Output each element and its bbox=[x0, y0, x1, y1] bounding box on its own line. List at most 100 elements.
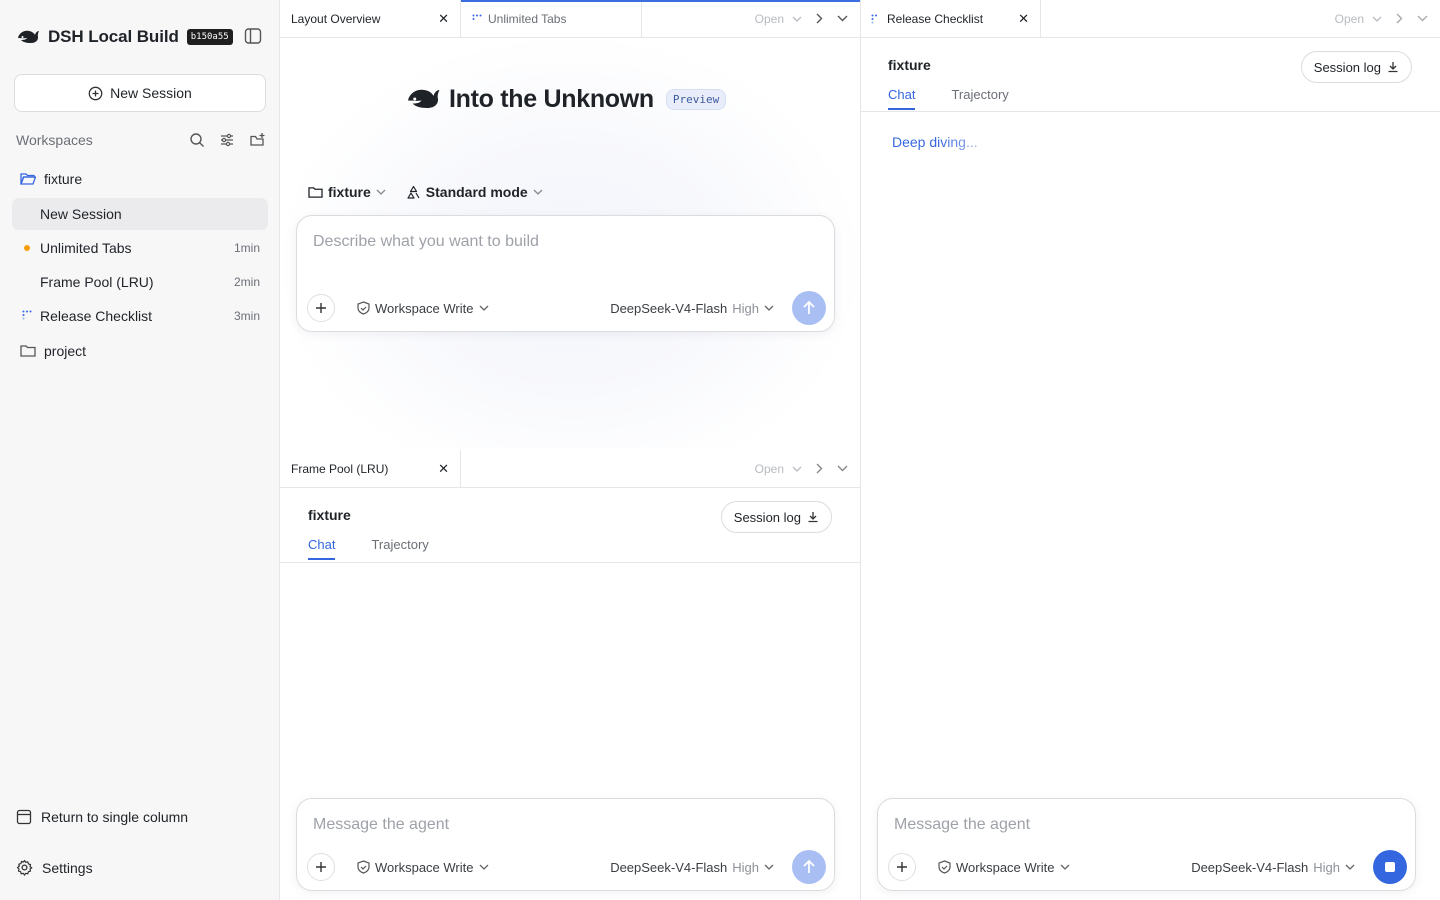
model-label: DeepSeek-V4-Flash bbox=[610, 859, 728, 875]
chevron-right-icon[interactable] bbox=[816, 463, 823, 474]
session-subtabs: Chat Trajectory bbox=[308, 537, 429, 560]
search-icon[interactable] bbox=[189, 132, 205, 148]
sidebar: DSH Local Build b150a55 New Session Work… bbox=[0, 0, 280, 900]
workspaces-label: Workspaces bbox=[16, 132, 93, 148]
tab-release-checklist[interactable]: Release Checklist ✕ bbox=[860, 0, 1041, 37]
open-select[interactable]: Open bbox=[755, 462, 802, 476]
send-button[interactable] bbox=[792, 850, 826, 884]
workspace-name: fixture bbox=[44, 171, 83, 187]
model-label: DeepSeek-V4-Flash bbox=[1191, 859, 1309, 875]
tab-label: Unlimited Tabs bbox=[488, 11, 567, 26]
workspace-select[interactable]: fixture bbox=[308, 184, 386, 200]
model-select[interactable]: DeepSeek-V4-Flash High bbox=[610, 301, 774, 316]
close-icon[interactable]: ✕ bbox=[1018, 11, 1029, 27]
message-input[interactable]: Message the agent bbox=[894, 816, 1030, 834]
open-label: Open bbox=[754, 461, 784, 476]
download-icon bbox=[1387, 61, 1399, 73]
folder-icon bbox=[308, 186, 323, 199]
chevron-right-icon[interactable] bbox=[1396, 13, 1403, 24]
hero-options: fixture Standard mode bbox=[308, 184, 543, 200]
tab-chat[interactable]: Chat bbox=[308, 537, 336, 560]
workspace-fixture[interactable]: fixture bbox=[12, 164, 268, 194]
build-badge: b150a55 bbox=[186, 29, 233, 45]
model-select[interactable]: DeepSeek-V4-Flash High bbox=[610, 860, 774, 875]
shield-icon bbox=[938, 860, 951, 874]
hero-heading: Into the Unknown bbox=[449, 84, 654, 113]
tab-trajectory[interactable]: Trajectory bbox=[951, 87, 1008, 110]
tab-frame-pool[interactable]: Frame Pool (LRU) ✕ bbox=[280, 450, 461, 487]
permission-label: Workspace Write bbox=[375, 300, 474, 316]
close-icon[interactable]: ✕ bbox=[438, 11, 449, 27]
mode-select[interactable]: Standard mode bbox=[406, 184, 543, 200]
app-title: DSH Local Build bbox=[48, 27, 179, 46]
toggle-sidebar-icon[interactable] bbox=[244, 27, 262, 45]
open-label: Open bbox=[754, 11, 784, 26]
new-session-button[interactable]: New Session bbox=[14, 74, 266, 112]
chevron-down-icon bbox=[533, 189, 543, 195]
session-workspace: fixture bbox=[888, 57, 931, 73]
model-select[interactable]: DeepSeek-V4-Flash High bbox=[1191, 860, 1355, 875]
chevron-down-icon bbox=[792, 466, 802, 472]
settings-button[interactable]: Settings bbox=[16, 859, 93, 876]
shield-icon bbox=[357, 301, 370, 315]
session-item-frame-pool[interactable]: Frame Pool (LRU) 2min bbox=[12, 266, 268, 298]
session-item-new-session[interactable]: New Session bbox=[12, 198, 268, 230]
session-log-button[interactable]: Session log bbox=[1300, 51, 1412, 83]
status-thinking: Deep diving... bbox=[892, 134, 978, 150]
gear-icon bbox=[16, 859, 33, 876]
tab-label: Release Checklist bbox=[887, 11, 984, 26]
session-workspace: fixture bbox=[308, 507, 351, 523]
model-label: DeepSeek-V4-Flash bbox=[610, 300, 728, 316]
workspace-project[interactable]: project bbox=[12, 336, 268, 366]
vertical-splitter[interactable] bbox=[860, 0, 861, 900]
session-log-label: Session log bbox=[733, 509, 801, 525]
tab-layout-overview[interactable]: Layout Overview ✕ bbox=[280, 0, 461, 37]
add-attachment-button[interactable] bbox=[307, 853, 335, 881]
chevron-down-icon[interactable] bbox=[837, 15, 848, 22]
tab-unlimited-tabs[interactable]: Unlimited Tabs bbox=[461, 0, 642, 37]
new-folder-icon[interactable] bbox=[249, 132, 266, 148]
recycle-mode-icon bbox=[406, 185, 421, 200]
stop-button[interactable] bbox=[1373, 850, 1407, 884]
chevron-down-icon[interactable] bbox=[1417, 15, 1428, 22]
chevron-down-icon[interactable] bbox=[837, 465, 848, 472]
effort-level: High bbox=[732, 300, 759, 316]
permission-select[interactable]: Workspace Write bbox=[938, 860, 1070, 875]
filter-sliders-icon[interactable] bbox=[219, 132, 235, 148]
permission-select[interactable]: Workspace Write bbox=[357, 301, 489, 316]
return-single-column-button[interactable]: Return to single column bbox=[16, 809, 188, 825]
tab-chat[interactable]: Chat bbox=[888, 87, 916, 110]
running-spinner-icon bbox=[871, 14, 881, 24]
active-tab-indicator bbox=[461, 0, 860, 2]
open-select[interactable]: Open bbox=[1335, 12, 1382, 26]
pane-top-left: Layout Overview ✕ Unlimited Tabs Open In… bbox=[280, 0, 860, 450]
whale-logo-icon bbox=[16, 27, 40, 47]
session-title: Unlimited Tabs bbox=[40, 240, 132, 256]
session-time: 3min bbox=[233, 309, 260, 323]
session-log-button[interactable]: Session log bbox=[720, 501, 832, 533]
chevron-down-icon bbox=[1345, 864, 1355, 870]
session-time: 2min bbox=[233, 275, 260, 289]
download-icon bbox=[807, 511, 819, 523]
add-attachment-button[interactable] bbox=[307, 294, 335, 322]
chevron-right-icon[interactable] bbox=[816, 13, 823, 24]
message-input[interactable]: Message the agent bbox=[313, 816, 449, 834]
chevron-down-icon bbox=[479, 864, 489, 870]
tab-bar-controls: Open bbox=[755, 450, 860, 487]
composer: Message the agent Workspace Write DeepSe… bbox=[296, 798, 835, 891]
composer-input[interactable]: Describe what you want to build bbox=[313, 233, 539, 251]
whale-logo-icon bbox=[405, 84, 441, 114]
send-button[interactable] bbox=[792, 291, 826, 325]
tab-trajectory[interactable]: Trajectory bbox=[371, 537, 428, 560]
tab-bar-controls: Open bbox=[1335, 0, 1440, 37]
session-item-release-checklist[interactable]: Release Checklist 3min bbox=[12, 300, 268, 332]
settings-label: Settings bbox=[42, 859, 93, 876]
close-icon[interactable]: ✕ bbox=[438, 461, 449, 477]
calendar-layout-icon bbox=[16, 809, 32, 825]
add-attachment-button[interactable] bbox=[888, 853, 916, 881]
composer-toolbar: Workspace Write DeepSeek-V4-Flash High bbox=[888, 850, 1407, 884]
permission-select[interactable]: Workspace Write bbox=[357, 860, 489, 875]
unread-dot-icon bbox=[24, 245, 30, 251]
session-item-unlimited-tabs[interactable]: Unlimited Tabs 1min bbox=[12, 232, 268, 264]
open-select[interactable]: Open bbox=[755, 12, 802, 26]
